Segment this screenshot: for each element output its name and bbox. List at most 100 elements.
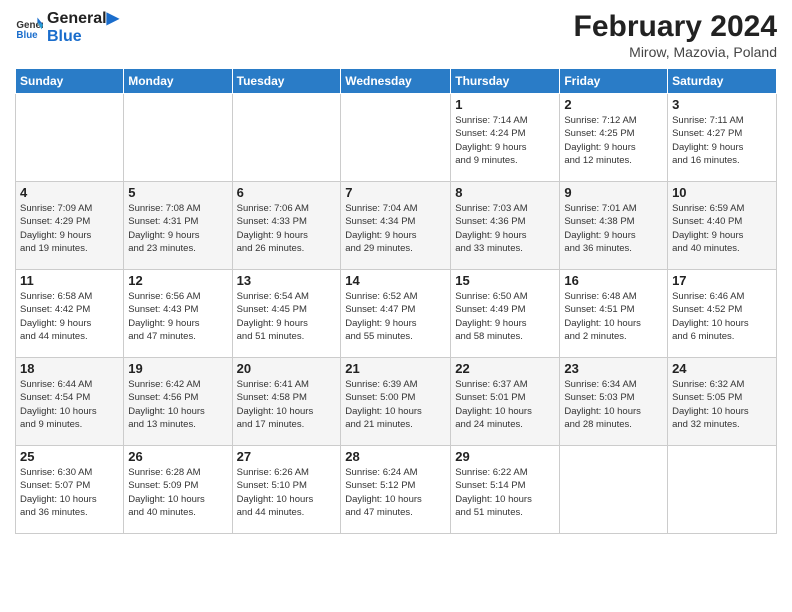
day-number: 17	[672, 273, 772, 288]
calendar-day-cell: 14 Sunrise: 6:52 AM Sunset: 4:47 PM Dayli…	[341, 270, 451, 358]
day-number: 14	[345, 273, 446, 288]
day-info: Sunrise: 7:14 AM Sunset: 4:24 PM Dayligh…	[455, 114, 555, 167]
location: Mirow, Mazovia, Poland	[574, 44, 777, 60]
day-info: Sunrise: 6:26 AM Sunset: 5:10 PM Dayligh…	[237, 466, 337, 519]
day-info: Sunrise: 6:52 AM Sunset: 4:47 PM Dayligh…	[345, 290, 446, 343]
day-number: 22	[455, 361, 555, 376]
calendar-day-cell: 22 Sunrise: 6:37 AM Sunset: 5:01 PM Dayli…	[451, 358, 560, 446]
col-friday: Friday	[560, 69, 668, 94]
svg-text:Blue: Blue	[16, 29, 38, 40]
calendar-week-row: 11 Sunrise: 6:58 AM Sunset: 4:42 PM Dayli…	[16, 270, 777, 358]
calendar-day-cell	[668, 446, 777, 534]
day-number: 18	[20, 361, 119, 376]
col-thursday: Thursday	[451, 69, 560, 94]
day-number: 13	[237, 273, 337, 288]
calendar-day-cell: 7 Sunrise: 7:04 AM Sunset: 4:34 PM Daylig…	[341, 182, 451, 270]
day-info: Sunrise: 6:46 AM Sunset: 4:52 PM Dayligh…	[672, 290, 772, 343]
day-info: Sunrise: 6:58 AM Sunset: 4:42 PM Dayligh…	[20, 290, 119, 343]
day-number: 7	[345, 185, 446, 200]
calendar-week-row: 4 Sunrise: 7:09 AM Sunset: 4:29 PM Daylig…	[16, 182, 777, 270]
calendar-day-cell: 29Sunrise: 6:22 AM Sunset: 5:14 PM Dayli…	[451, 446, 560, 534]
col-monday: Monday	[124, 69, 232, 94]
calendar-day-cell: 9 Sunrise: 7:01 AM Sunset: 4:38 PM Daylig…	[560, 182, 668, 270]
col-sunday: Sunday	[16, 69, 124, 94]
calendar-day-cell: 28 Sunrise: 6:24 AM Sunset: 5:12 PM Dayli…	[341, 446, 451, 534]
calendar-day-cell: 27Sunrise: 6:26 AM Sunset: 5:10 PM Dayli…	[232, 446, 341, 534]
day-number: 20	[237, 361, 337, 376]
day-number: 11	[20, 273, 119, 288]
calendar-day-cell: 12 Sunrise: 6:56 AM Sunset: 4:43 PM Dayli…	[124, 270, 232, 358]
day-number: 5	[128, 185, 227, 200]
calendar-day-cell: 16 Sunrise: 6:48 AM Sunset: 4:51 PM Dayli…	[560, 270, 668, 358]
day-info: Sunrise: 6:54 AM Sunset: 4:45 PM Dayligh…	[237, 290, 337, 343]
day-info: Sunrise: 6:39 AM Sunset: 5:00 PM Dayligh…	[345, 378, 446, 431]
day-info: Sunrise: 6:32 AM Sunset: 5:05 PM Dayligh…	[672, 378, 772, 431]
calendar-day-cell: 5 Sunrise: 7:08 AM Sunset: 4:31 PM Daylig…	[124, 182, 232, 270]
calendar-day-cell: 24 Sunrise: 6:32 AM Sunset: 5:05 PM Dayli…	[668, 358, 777, 446]
calendar-day-cell: 1 Sunrise: 7:14 AM Sunset: 4:24 PM Daylig…	[451, 94, 560, 182]
day-number: 15	[455, 273, 555, 288]
calendar-day-cell	[341, 94, 451, 182]
day-info: Sunrise: 6:59 AM Sunset: 4:40 PM Dayligh…	[672, 202, 772, 255]
header: General Blue General▶ Blue February 2024…	[15, 10, 777, 60]
calendar-day-cell: 15Sunrise: 6:50 AM Sunset: 4:49 PM Dayli…	[451, 270, 560, 358]
day-number: 19	[128, 361, 227, 376]
day-number: 16	[564, 273, 663, 288]
calendar-day-cell	[232, 94, 341, 182]
day-info: Sunrise: 6:22 AM Sunset: 5:14 PM Dayligh…	[455, 466, 555, 519]
day-info: Sunrise: 6:44 AM Sunset: 4:54 PM Dayligh…	[20, 378, 119, 431]
calendar-day-cell: 13 Sunrise: 6:54 AM Sunset: 4:45 PM Dayli…	[232, 270, 341, 358]
calendar-day-cell: 21Sunrise: 6:39 AM Sunset: 5:00 PM Dayli…	[341, 358, 451, 446]
calendar-day-cell	[124, 94, 232, 182]
day-info: Sunrise: 6:48 AM Sunset: 4:51 PM Dayligh…	[564, 290, 663, 343]
calendar-day-cell: 4 Sunrise: 7:09 AM Sunset: 4:29 PM Daylig…	[16, 182, 124, 270]
calendar-week-row: 25Sunrise: 6:30 AM Sunset: 5:07 PM Dayli…	[16, 446, 777, 534]
calendar-week-row: 1 Sunrise: 7:14 AM Sunset: 4:24 PM Daylig…	[16, 94, 777, 182]
calendar-day-cell: 6 Sunrise: 7:06 AM Sunset: 4:33 PM Daylig…	[232, 182, 341, 270]
calendar-day-cell: 2Sunrise: 7:12 AM Sunset: 4:25 PM Daylig…	[560, 94, 668, 182]
day-number: 24	[672, 361, 772, 376]
day-info: Sunrise: 7:11 AM Sunset: 4:27 PM Dayligh…	[672, 114, 772, 167]
calendar-day-cell: 19 Sunrise: 6:42 AM Sunset: 4:56 PM Dayli…	[124, 358, 232, 446]
day-number: 28	[345, 449, 446, 464]
day-info: Sunrise: 7:01 AM Sunset: 4:38 PM Dayligh…	[564, 202, 663, 255]
day-number: 12	[128, 273, 227, 288]
calendar-table: Sunday Monday Tuesday Wednesday Thursday…	[15, 68, 777, 534]
calendar-day-cell: 23Sunrise: 6:34 AM Sunset: 5:03 PM Dayli…	[560, 358, 668, 446]
day-number: 4	[20, 185, 119, 200]
day-number: 8	[455, 185, 555, 200]
day-info: Sunrise: 7:12 AM Sunset: 4:25 PM Dayligh…	[564, 114, 663, 167]
day-info: Sunrise: 7:06 AM Sunset: 4:33 PM Dayligh…	[237, 202, 337, 255]
day-info: Sunrise: 6:28 AM Sunset: 5:09 PM Dayligh…	[128, 466, 227, 519]
day-info: Sunrise: 7:09 AM Sunset: 4:29 PM Dayligh…	[20, 202, 119, 255]
title-area: February 2024 Mirow, Mazovia, Poland	[574, 10, 777, 60]
day-info: Sunrise: 6:30 AM Sunset: 5:07 PM Dayligh…	[20, 466, 119, 519]
day-number: 1	[455, 97, 555, 112]
month-title: February 2024	[574, 10, 777, 44]
page-container: General Blue General▶ Blue February 2024…	[0, 0, 792, 544]
logo: General Blue General▶ Blue	[15, 10, 119, 45]
calendar-day-cell: 10 Sunrise: 6:59 AM Sunset: 4:40 PM Dayli…	[668, 182, 777, 270]
day-info: Sunrise: 6:24 AM Sunset: 5:12 PM Dayligh…	[345, 466, 446, 519]
day-info: Sunrise: 6:42 AM Sunset: 4:56 PM Dayligh…	[128, 378, 227, 431]
col-wednesday: Wednesday	[341, 69, 451, 94]
day-info: Sunrise: 6:37 AM Sunset: 5:01 PM Dayligh…	[455, 378, 555, 431]
calendar-week-row: 18 Sunrise: 6:44 AM Sunset: 4:54 PM Dayli…	[16, 358, 777, 446]
day-info: Sunrise: 7:08 AM Sunset: 4:31 PM Dayligh…	[128, 202, 227, 255]
day-info: Sunrise: 6:41 AM Sunset: 4:58 PM Dayligh…	[237, 378, 337, 431]
day-number: 6	[237, 185, 337, 200]
calendar-day-cell: 25Sunrise: 6:30 AM Sunset: 5:07 PM Dayli…	[16, 446, 124, 534]
col-tuesday: Tuesday	[232, 69, 341, 94]
day-number: 10	[672, 185, 772, 200]
day-number: 26	[128, 449, 227, 464]
calendar-day-cell: 18 Sunrise: 6:44 AM Sunset: 4:54 PM Dayli…	[16, 358, 124, 446]
day-info: Sunrise: 7:04 AM Sunset: 4:34 PM Dayligh…	[345, 202, 446, 255]
logo-text-line2: Blue	[47, 28, 119, 46]
logo-icon: General Blue	[15, 14, 43, 42]
day-info: Sunrise: 7:03 AM Sunset: 4:36 PM Dayligh…	[455, 202, 555, 255]
day-number: 9	[564, 185, 663, 200]
calendar-header-row: Sunday Monday Tuesday Wednesday Thursday…	[16, 69, 777, 94]
day-info: Sunrise: 6:56 AM Sunset: 4:43 PM Dayligh…	[128, 290, 227, 343]
calendar-day-cell: 26 Sunrise: 6:28 AM Sunset: 5:09 PM Dayli…	[124, 446, 232, 534]
calendar-day-cell	[560, 446, 668, 534]
